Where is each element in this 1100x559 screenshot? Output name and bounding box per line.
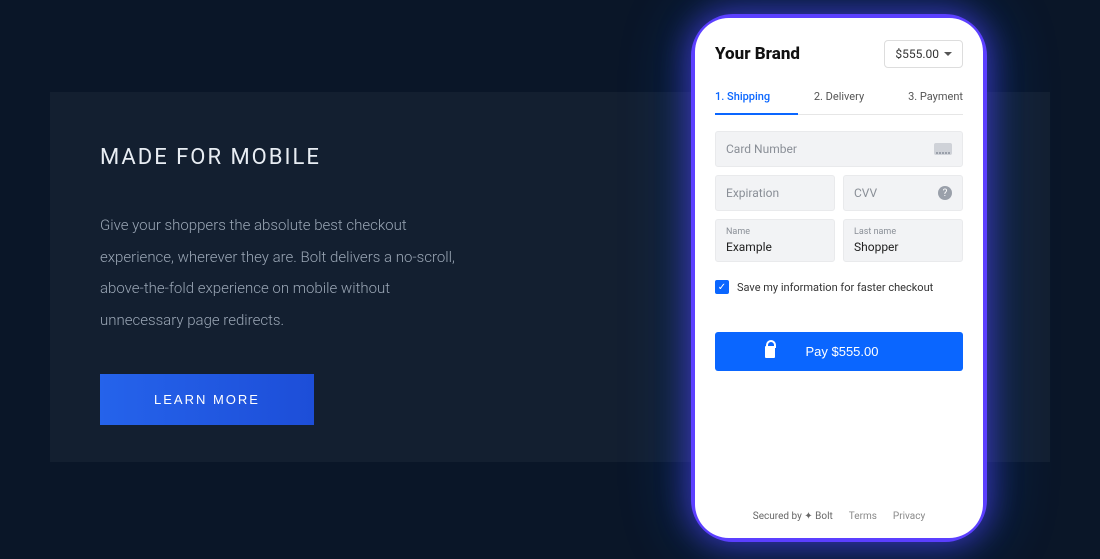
tab-payment[interactable]: 3. Payment	[880, 82, 963, 114]
privacy-link[interactable]: Privacy	[893, 511, 925, 522]
learn-more-button[interactable]: LEARN MORE	[100, 374, 314, 425]
first-name-input[interactable]: Name Example	[715, 219, 835, 262]
hero-copy: MADE FOR MOBILE Give your shoppers the a…	[100, 145, 580, 425]
chevron-down-icon	[944, 52, 952, 56]
credit-card-icon	[934, 143, 952, 155]
save-info-label: Save my information for faster checkout	[737, 281, 933, 294]
price-value: $555.00	[895, 47, 939, 61]
brand-title: Your Brand	[715, 44, 800, 64]
card-number-placeholder: Card Number	[726, 142, 797, 156]
pay-button[interactable]: Pay $555.00	[715, 332, 963, 371]
expiration-placeholder: Expiration	[726, 186, 779, 200]
last-name-value: Shopper	[854, 240, 898, 254]
tab-delivery[interactable]: 2. Delivery	[798, 82, 881, 114]
checkbox-checked-icon[interactable]: ✓	[715, 280, 729, 294]
hero-body: Give your shoppers the absolute best che…	[100, 210, 460, 336]
lock-icon	[765, 346, 775, 358]
first-name-label: Name	[726, 227, 750, 237]
checkout-tabs: 1. Shipping 2. Delivery 3. Payment	[715, 82, 963, 115]
phone-footer: Secured by ✦ Bolt Terms Privacy	[715, 511, 963, 526]
card-number-input[interactable]: Card Number	[715, 131, 963, 167]
cvv-input[interactable]: CVV ?	[843, 175, 963, 211]
last-name-label: Last name	[854, 227, 896, 237]
payment-form: Card Number Expiration CVV ? Name Exampl…	[715, 131, 963, 371]
expiration-input[interactable]: Expiration	[715, 175, 835, 211]
terms-link[interactable]: Terms	[849, 511, 877, 522]
secured-by-label: Secured by ✦ Bolt	[753, 511, 833, 522]
save-info-row[interactable]: ✓ Save my information for faster checkou…	[715, 280, 963, 294]
last-name-input[interactable]: Last name Shopper	[843, 219, 963, 262]
tab-shipping[interactable]: 1. Shipping	[715, 82, 798, 115]
phone-mockup: Your Brand $555.00 1. Shipping 2. Delive…	[695, 18, 983, 538]
phone-screen: Your Brand $555.00 1. Shipping 2. Delive…	[695, 18, 983, 538]
cvv-placeholder: CVV	[854, 186, 877, 200]
pay-button-label: Pay $555.00	[805, 344, 878, 359]
help-icon[interactable]: ?	[938, 186, 952, 200]
first-name-value: Example	[726, 240, 772, 254]
hero-headline: MADE FOR MOBILE	[100, 145, 580, 170]
price-dropdown[interactable]: $555.00	[884, 40, 963, 68]
